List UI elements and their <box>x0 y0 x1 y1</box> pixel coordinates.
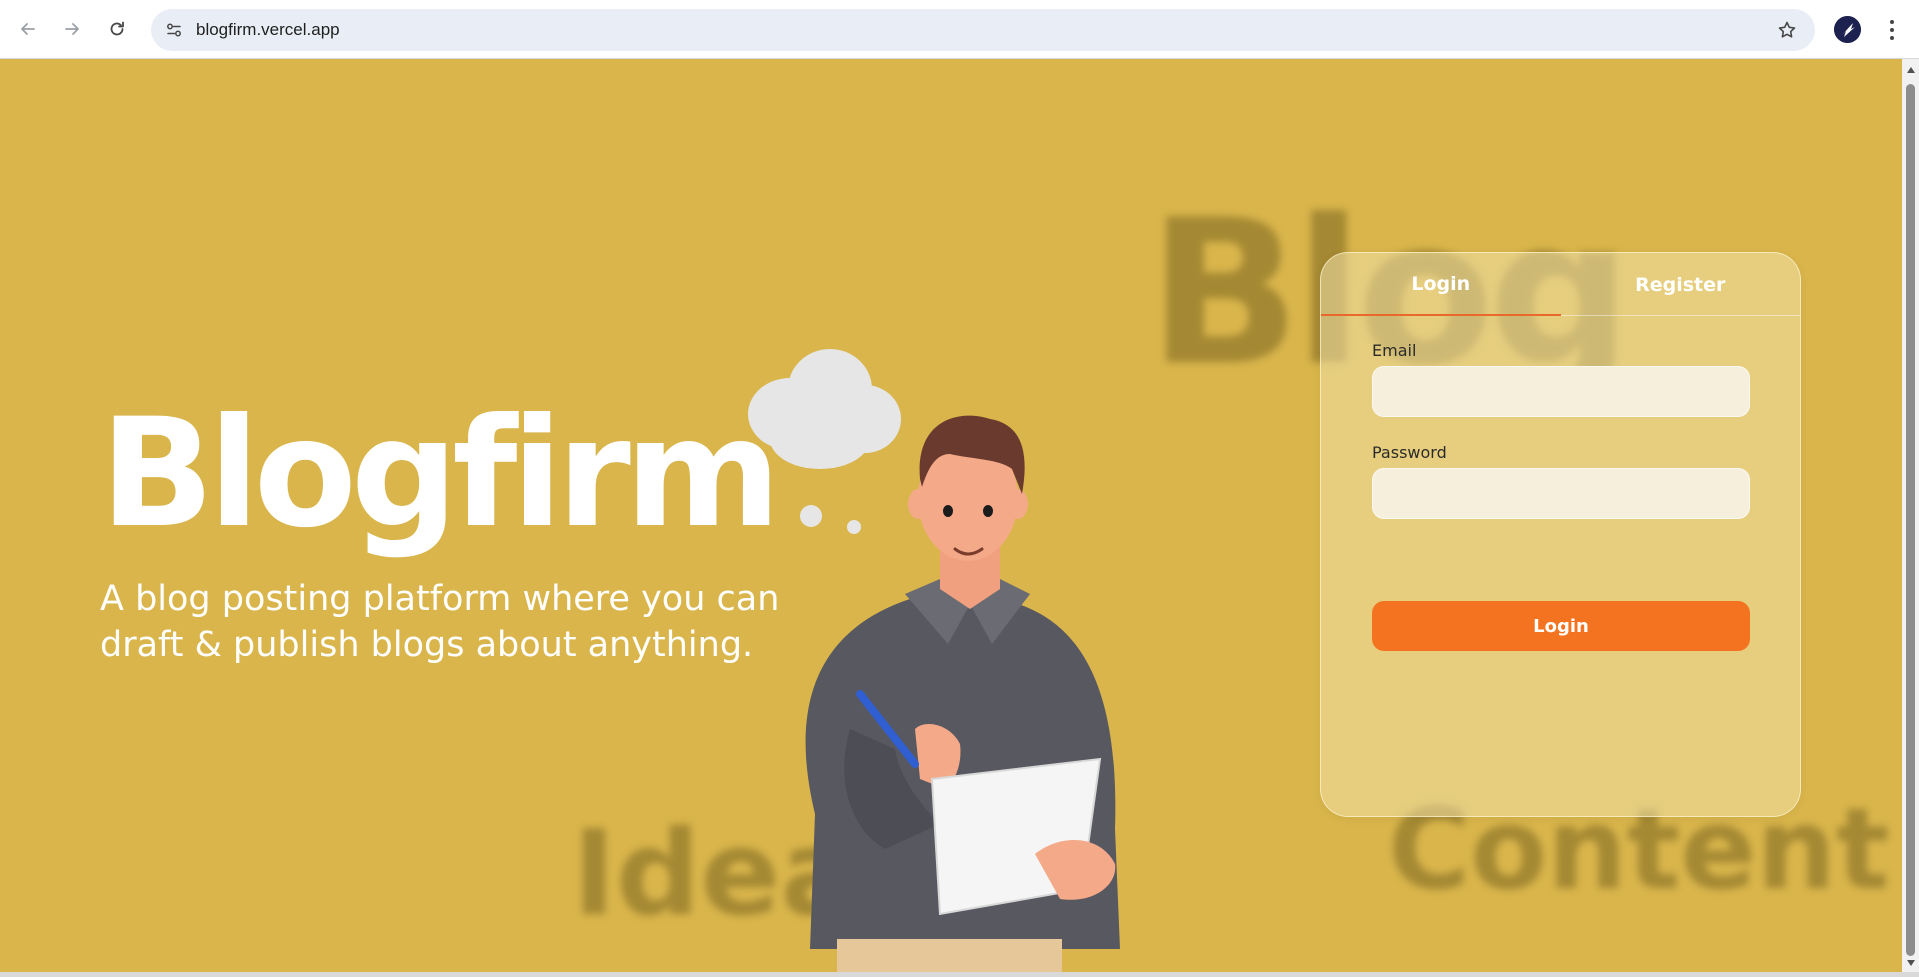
avatar-icon <box>1834 16 1861 43</box>
url-text[interactable]: blogfirm.vercel.app <box>196 20 340 40</box>
auth-card: Login Register Email Password Login <box>1320 252 1801 817</box>
hero-subtitle: A blog posting platform where you can dr… <box>100 579 780 665</box>
browser-toolbar: blogfirm.vercel.app <box>0 0 1919 59</box>
back-button[interactable] <box>13 14 43 44</box>
landing-page: Blog Idea Content <box>0 59 1902 972</box>
bookmark-button[interactable] <box>1775 18 1799 42</box>
star-icon <box>1778 21 1796 38</box>
more-vert-icon <box>1890 20 1894 24</box>
reload-button[interactable] <box>102 14 132 44</box>
browser-menu-button[interactable] <box>1880 17 1904 43</box>
tune-icon <box>167 23 181 37</box>
vertical-scrollbar[interactable] <box>1902 59 1919 972</box>
site-info-button[interactable] <box>162 18 186 42</box>
email-field[interactable] <box>1372 366 1750 417</box>
scroll-down-arrow-icon[interactable] <box>1902 955 1919 970</box>
address-bar[interactable]: blogfirm.vercel.app <box>151 9 1815 51</box>
tab-login[interactable]: Login <box>1321 253 1561 316</box>
login-button[interactable]: Login <box>1372 601 1750 651</box>
back-arrow-icon <box>21 23 35 35</box>
forward-button[interactable] <box>57 14 87 44</box>
password-field[interactable] <box>1372 468 1750 519</box>
password-label: Password <box>1372 443 1447 462</box>
forward-arrow-icon <box>65 23 79 35</box>
scroll-up-arrow-icon[interactable] <box>1902 62 1919 77</box>
tab-register[interactable]: Register <box>1561 253 1801 316</box>
email-label: Email <box>1372 341 1417 360</box>
auth-tabs: Login Register <box>1321 253 1800 316</box>
reload-icon <box>110 21 124 36</box>
horizontal-scrollbar-track <box>0 972 1919 977</box>
profile-avatar[interactable] <box>1834 16 1861 43</box>
hero-title: Blogfirm <box>100 387 781 561</box>
scroll-thumb[interactable] <box>1906 84 1915 956</box>
